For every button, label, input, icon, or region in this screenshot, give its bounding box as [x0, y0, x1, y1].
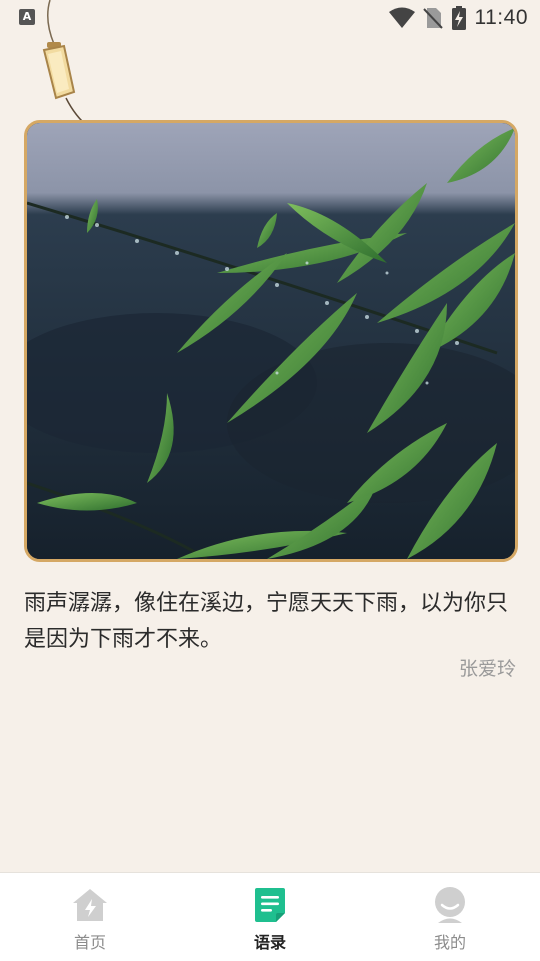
- profile-avatar-icon: [435, 887, 465, 923]
- quote-photo: [24, 120, 518, 562]
- nav-item-profile[interactable]: 我的: [360, 873, 540, 961]
- nav-label-quotes: 语录: [253, 933, 286, 952]
- battery-charging-icon: [451, 6, 466, 30]
- status-time: 11:40: [474, 6, 528, 29]
- bamboo-rain-image: [27, 123, 515, 559]
- quote-text: 雨声潺潺，像住在溪边，宁愿天天下雨，以为你只是因为下雨才不来。: [24, 591, 509, 652]
- nav-label-home: 首页: [73, 933, 106, 952]
- home-lightning-icon: [73, 889, 107, 921]
- bottom-nav: 首页 语录 我的: [0, 872, 540, 961]
- note-list-icon: [255, 888, 285, 922]
- nav-label-profile: 我的: [433, 933, 466, 952]
- status-right-group: 11:40: [388, 4, 529, 32]
- quote-author: 张爱玲: [458, 658, 516, 680]
- wifi-icon: [388, 7, 415, 28]
- nav-item-home[interactable]: 首页: [0, 873, 180, 961]
- no-sim-icon: [422, 8, 443, 29]
- nav-item-quotes[interactable]: 语录: [180, 873, 360, 961]
